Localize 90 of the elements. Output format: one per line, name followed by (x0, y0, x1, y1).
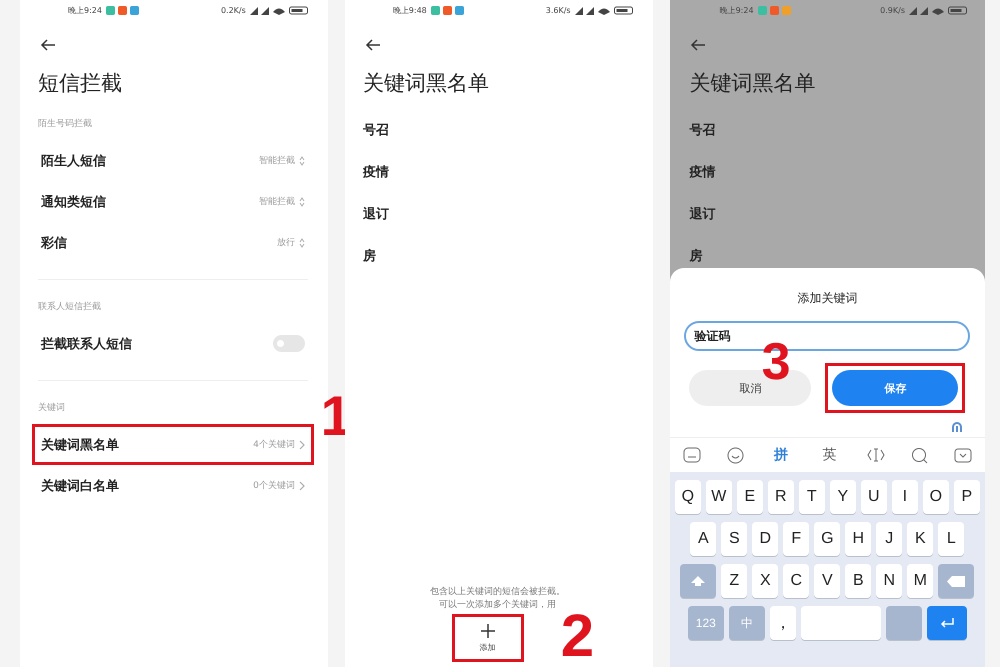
keyword-item: 疫情 (690, 164, 717, 182)
status-time: 晚上9:24 (720, 4, 754, 16)
letter-key[interactable]: T (798, 480, 825, 514)
letter-key[interactable]: D (752, 522, 778, 556)
chevron-icon (298, 440, 305, 450)
letter-key[interactable]: Q (674, 480, 701, 514)
letter-key[interactable]: Z (721, 564, 748, 598)
letter-key[interactable]: K (907, 522, 934, 556)
input-mode-tab[interactable]: 拼 (770, 446, 792, 464)
collapse-icon[interactable] (954, 448, 972, 462)
wifi-icon (932, 6, 944, 14)
battery-icon (288, 6, 308, 14)
letter-key[interactable]: J (876, 522, 902, 556)
letter-key[interactable]: C (783, 564, 810, 598)
letter-key[interactable]: R (768, 480, 794, 514)
page-title: 关键词黑名单 (690, 70, 817, 97)
letter-key[interactable]: A (690, 522, 716, 556)
keyword-item: 退订 (690, 206, 717, 224)
battery-icon (948, 6, 968, 14)
updown-icon (298, 238, 305, 248)
letter-key[interactable]: P (954, 480, 980, 514)
input-method-icon[interactable] (951, 421, 964, 433)
keyword-item: 房 (690, 248, 704, 266)
shift-icon (691, 576, 706, 586)
settings-row[interactable]: 关键词白名单 0个关键词 (32, 465, 314, 506)
status-time: 晚上9:24 (68, 4, 102, 16)
section-label: 联系人短信拦截 (38, 300, 102, 313)
dialog-title: 添加关键词 (797, 290, 858, 307)
keyword-item: 号召 (690, 122, 717, 140)
keyword-item[interactable]: 房 (362, 235, 633, 277)
emoji-icon[interactable] (726, 446, 744, 464)
letter-key[interactable]: U (860, 480, 887, 514)
updown-icon (298, 196, 305, 206)
step-number: 2 (560, 606, 594, 666)
letter-key[interactable]: Y (830, 480, 856, 514)
letter-key[interactable]: S (721, 522, 748, 556)
wifi-icon (272, 6, 285, 14)
section-label: 关键词 (38, 402, 66, 414)
plus-icon (480, 623, 496, 639)
signal-icon (909, 6, 928, 14)
search-icon[interactable] (910, 446, 928, 464)
letter-key[interactable]: V (814, 564, 840, 598)
back-arrow-icon[interactable] (364, 39, 381, 51)
letter-key[interactable]: G (814, 522, 840, 556)
letter-key[interactable]: O (922, 480, 949, 514)
network-speed: 3.6K/s (546, 6, 571, 14)
settings-row[interactable]: 通知类短信 智能拦截 (32, 181, 314, 222)
keyboard-key[interactable]: ， (770, 606, 796, 640)
letter-key[interactable]: M (907, 564, 934, 598)
hint-text: 可以一次添加多个关键词，用 (438, 599, 558, 612)
keyword-item[interactable]: 退订 (362, 193, 633, 235)
letter-key[interactable]: X (752, 564, 778, 598)
letter-key[interactable]: L (938, 522, 964, 556)
letter-key[interactable]: N (876, 564, 902, 598)
add-button[interactable]: 添加 (452, 614, 524, 662)
keyword-item[interactable]: 号召 (362, 109, 633, 151)
enter-icon (940, 618, 954, 628)
toggle-switch[interactable] (272, 335, 305, 352)
signal-icon (250, 6, 269, 14)
back-arrow-icon[interactable] (40, 39, 56, 51)
chevron-icon (298, 480, 305, 490)
updown-icon (298, 156, 305, 166)
letter-key[interactable]: W (706, 480, 732, 514)
letter-key[interactable]: E (736, 480, 763, 514)
keyword-item[interactable]: 疫情 (362, 151, 633, 193)
settings-row[interactable]: 拦截联系人短信 (32, 323, 314, 364)
enter-key[interactable] (926, 606, 967, 640)
network-speed: 0.2K/s (220, 6, 246, 14)
keyboard-icon[interactable] (682, 447, 701, 463)
letter-key[interactable]: F (783, 522, 810, 556)
signal-icon (574, 6, 594, 14)
back-arrow-icon[interactable] (690, 39, 706, 51)
page-title: 短信拦截 (38, 70, 123, 97)
input-mode-tab[interactable]: 英 (818, 446, 840, 464)
hint-text: 包含以上关键词的短信会被拦截。 (429, 586, 566, 599)
settings-row[interactable]: 陌生人短信 智能拦截 (32, 140, 314, 181)
save-button[interactable]: 保存 (832, 370, 958, 406)
backspace-icon (947, 576, 966, 586)
letter-key[interactable]: B (845, 564, 872, 598)
cursor-icon[interactable] (866, 447, 884, 463)
letter-key[interactable]: I (892, 480, 918, 514)
status-time: 晚上9:48 (392, 4, 427, 16)
settings-row[interactable]: 关键词黑名单 4个关键词 (32, 424, 314, 465)
network-speed: 0.9K/s (880, 6, 906, 14)
battery-icon (614, 6, 633, 14)
letter-key[interactable]: H (845, 522, 872, 556)
settings-row[interactable]: 彩信 放行 (32, 222, 314, 263)
wifi-icon (598, 6, 610, 14)
page-title: 关键词黑名单 (362, 70, 490, 97)
section-label: 陌生号码拦截 (38, 118, 93, 130)
